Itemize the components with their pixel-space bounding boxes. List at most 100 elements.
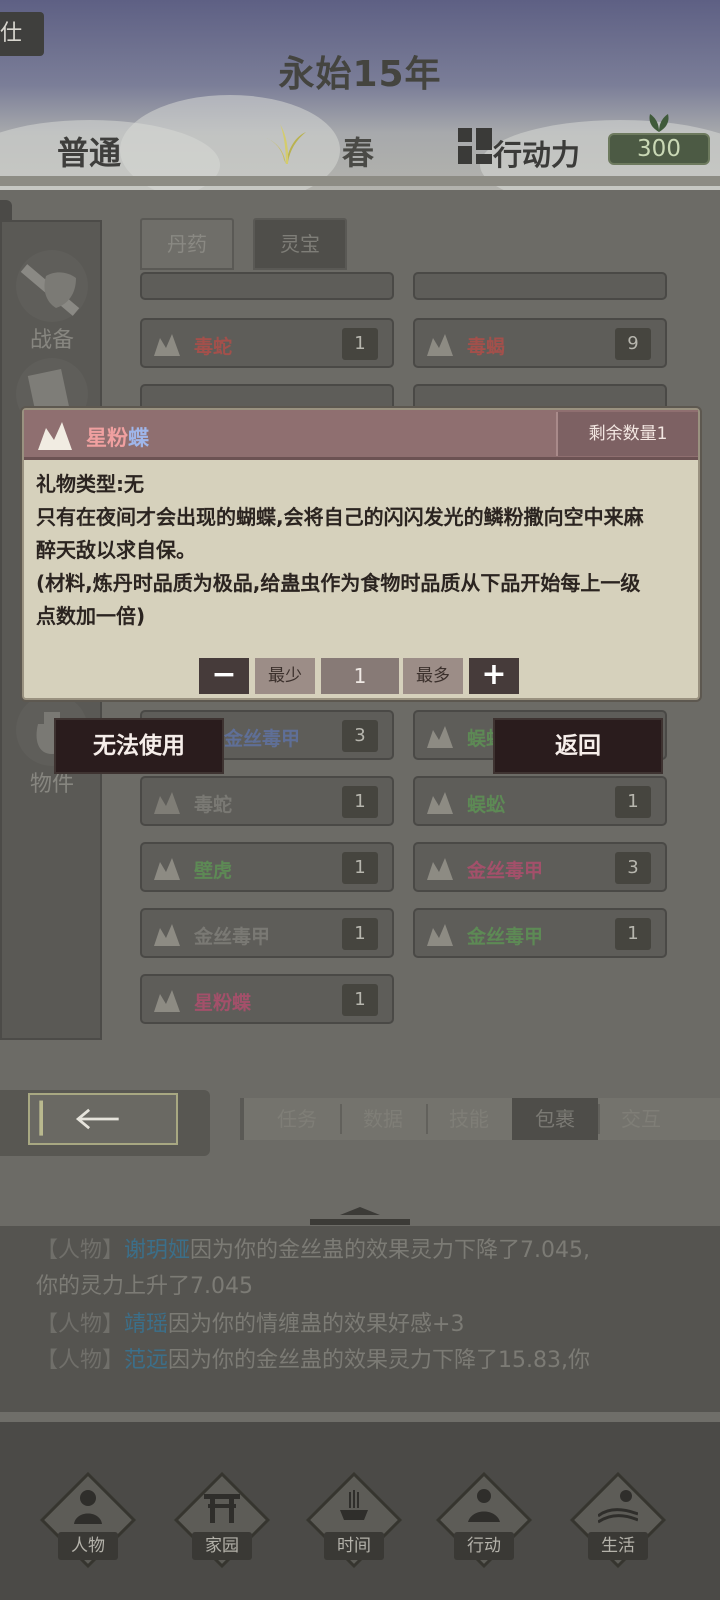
inventory-slot[interactable]: 星粉蝶 1: [140, 974, 394, 1024]
insect-icon: [154, 924, 180, 946]
item-name: 金丝毒甲: [194, 926, 271, 948]
gift-type: 礼物类型:无: [36, 472, 144, 496]
leaf-icon: [649, 114, 669, 132]
insect-icon: [427, 924, 453, 946]
pull-up-handle-icon[interactable]: [310, 1205, 410, 1225]
nav-action[interactable]: 行动: [435, 1471, 533, 1569]
insect-icon: [154, 792, 180, 814]
insect-icon: [427, 334, 453, 356]
dialog-description: 礼物类型:无 只有在夜间才会出现的蝴蝶,会将自己的闪闪发光的鳞粉撒向空中来麻 醉…: [36, 468, 686, 633]
return-button[interactable]: 返回: [495, 720, 661, 772]
cannot-use-button[interactable]: 无法使用: [56, 720, 222, 772]
description-line: 点数加一倍): [36, 604, 146, 628]
inventory-slot[interactable]: 蜈蚣 1: [413, 776, 667, 826]
tab-data[interactable]: 数据: [340, 1098, 426, 1140]
description-line: 醉天敌以求自保。: [36, 538, 196, 562]
tab-tasks[interactable]: 任务: [254, 1098, 340, 1140]
inventory-slot[interactable]: 金丝毒甲 3: [413, 842, 667, 892]
bottom-nav: 人物 家园 时间 行动 生活: [0, 1422, 720, 1600]
item-count: 1: [342, 328, 378, 360]
item-name: 壁虎: [194, 860, 233, 882]
header-divider: [0, 176, 720, 186]
remaining-count: 剩余数量1: [556, 412, 698, 456]
log-entry: 【人物】范远因为你的金丝蛊的效果灵力下降了15.83,你: [36, 1348, 591, 1373]
item-count: 1: [342, 786, 378, 818]
inventory-slot[interactable]: 毒蝎 9: [413, 318, 667, 368]
insect-icon: [154, 334, 180, 356]
insect-icon: [427, 792, 453, 814]
nav-label: 行动: [454, 1532, 514, 1560]
year-title: 永始15年: [278, 54, 442, 95]
nav-life[interactable]: 生活: [569, 1471, 667, 1569]
inventory-slot[interactable]: 金丝毒甲 1: [140, 908, 394, 958]
gate-icon: [204, 1494, 240, 1523]
max-button[interactable]: 最多: [403, 658, 463, 694]
insect-icon: [154, 858, 180, 880]
inventory-slot[interactable]: 毒蛇 1: [140, 318, 394, 368]
item-name: 星粉蝶: [194, 992, 252, 1014]
dialog-header: 星粉蝶 剩余数量1: [24, 410, 698, 460]
nav-label: 家园: [192, 1532, 252, 1560]
meditate-icon: [468, 1489, 500, 1522]
item-count: 9: [615, 328, 651, 360]
item-name: 金丝毒甲: [467, 926, 544, 948]
landscape-icon: [598, 1490, 638, 1524]
nav-time[interactable]: 时间: [305, 1471, 403, 1569]
inventory-slot-partial[interactable]: [413, 272, 667, 300]
item-count: 3: [615, 852, 651, 884]
inventory-slot[interactable]: 壁虎 1: [140, 842, 394, 892]
nav-label: 时间: [324, 1532, 384, 1560]
person-icon: [74, 1490, 102, 1524]
inventory-slot[interactable]: 金丝毒甲 1: [413, 908, 667, 958]
min-button[interactable]: 最少: [255, 658, 315, 694]
increase-button[interactable]: +: [469, 658, 519, 694]
item-name: 金丝毒甲: [224, 728, 301, 750]
butterfly-icon: [154, 990, 180, 1012]
inventory-slot[interactable]: 毒蛇 1: [140, 776, 394, 826]
sidebar-item-label: 战备: [29, 328, 74, 353]
top-header: 仕 永始15年 普通 春 行动力 300: [0, 0, 720, 190]
insect-icon: [427, 858, 453, 880]
action-points-icon: [458, 128, 492, 164]
nav-character[interactable]: 人物: [39, 1471, 137, 1569]
log-entry: 【人物】谢玥娅因为你的金丝蛊的效果灵力下降了7.045,: [36, 1238, 591, 1263]
tab-interact[interactable]: 交互: [598, 1098, 684, 1140]
back-button[interactable]: [28, 1093, 178, 1145]
incense-burner-icon: [340, 1490, 368, 1520]
item-name: 毒蛇: [194, 794, 233, 816]
log-entry: 你的灵力上升了7.045: [36, 1274, 253, 1299]
sword-shield-icon: [16, 250, 88, 322]
action-points-value: 300: [608, 133, 710, 165]
item-detail-dialog: 星粉蝶 剩余数量1 礼物类型:无 只有在夜间才会出现的蝴蝶,会将自己的闪闪发光的…: [22, 408, 700, 700]
sidebar-item-equipment[interactable]: 战备: [14, 250, 90, 354]
inventory-slot-partial[interactable]: [140, 272, 394, 300]
item-count: 1: [615, 918, 651, 950]
spring-grass-icon: [266, 124, 306, 164]
item-name: 蜈蚣: [467, 794, 506, 816]
tab-treasures[interactable]: 灵宝: [253, 218, 347, 270]
insect-icon: [427, 726, 453, 748]
tab-skills[interactable]: 技能: [426, 1098, 512, 1140]
log-divider: [0, 1412, 720, 1422]
tab-pills[interactable]: 丹药: [140, 218, 234, 270]
item-count: 3: [342, 720, 378, 752]
nav-label: 人物: [58, 1532, 118, 1560]
difficulty-label: 普通: [57, 134, 122, 172]
item-count: 1: [342, 918, 378, 950]
item-name: 毒蛇: [194, 336, 233, 358]
arrow-left-icon: [39, 1100, 119, 1136]
log-entry: 【人物】靖瑶因为你的情缠蛊的效果好感+3: [36, 1312, 465, 1337]
description-line: (材料,炼丹时品质为极品,给蛊虫作为食物时品质从下品开始每上一级: [36, 571, 641, 595]
description-line: 只有在夜间才会出现的蝴蝶,会将自己的闪闪发光的鳞粉撒向空中来麻: [36, 505, 644, 529]
season-label: 春: [342, 134, 375, 172]
bottom-tab-bar: 任务 数据 技能 包裹 交互: [240, 1098, 720, 1140]
quantity-value[interactable]: 1: [321, 658, 399, 694]
decrease-button[interactable]: −: [199, 658, 249, 694]
item-count: 1: [342, 984, 378, 1016]
nav-label: 生活: [588, 1532, 648, 1560]
nav-home[interactable]: 家园: [173, 1471, 271, 1569]
item-name: 毒蝎: [467, 336, 506, 358]
item-name: 金丝毒甲: [467, 860, 544, 882]
dialog-title: 星粉蝶: [86, 426, 149, 450]
tab-inventory[interactable]: 包裹: [512, 1098, 598, 1140]
